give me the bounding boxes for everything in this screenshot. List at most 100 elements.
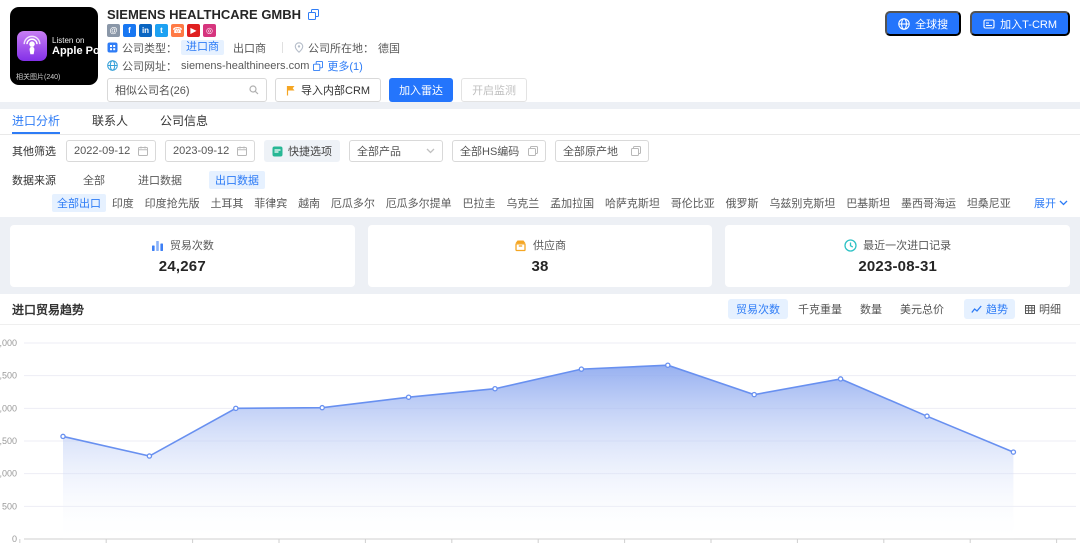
- metric-button[interactable]: 美元总价: [892, 299, 952, 319]
- country-filter-item[interactable]: 坦桑尼亚: [962, 194, 1016, 212]
- join-tcrm-button[interactable]: 加入T-CRM: [970, 11, 1070, 36]
- similar-companies-select[interactable]: 相似公司名(26): [107, 78, 267, 102]
- country-filter-item[interactable]: 厄瓜多尔提单: [381, 194, 457, 212]
- logo-line2: Apple Podcasts: [52, 45, 98, 57]
- hs-code-value: 全部HS编码: [460, 143, 519, 159]
- stat-value: 38: [531, 258, 548, 275]
- import-crm-button[interactable]: 导入内部CRM: [275, 78, 381, 102]
- stat-card: 最近一次进口记录 2023-08-31: [725, 225, 1070, 287]
- country-filter-item[interactable]: 巴拉圭: [458, 194, 501, 212]
- source-export-data[interactable]: 出口数据: [209, 171, 265, 189]
- company-name: SIEMENS HEALTHCARE GMBH: [107, 7, 301, 22]
- product-select[interactable]: 全部产品: [349, 140, 443, 162]
- country-filter-item[interactable]: 印度: [107, 194, 139, 212]
- date-from-value: 2022-09-12: [74, 145, 130, 157]
- tab-import-analysis[interactable]: 进口分析: [12, 109, 60, 134]
- website-value[interactable]: siemens-healthineers.com: [181, 60, 309, 72]
- stat-card: 贸易次数 24,267: [10, 225, 355, 287]
- more-link[interactable]: 更多(1): [327, 58, 362, 74]
- source-all[interactable]: 全部: [77, 171, 111, 189]
- facebook-icon[interactable]: f: [123, 24, 136, 37]
- filter-bar: 其他筛选 2022-09-12 2023-09-12 快捷选项 全部产品 全部H…: [0, 135, 1080, 166]
- country-filter-item[interactable]: 俄罗斯: [721, 194, 764, 212]
- country-filter-item[interactable]: 越南: [293, 194, 325, 212]
- layers-icon: [631, 146, 641, 156]
- logo-caption: 相关图片(240): [16, 72, 60, 82]
- metric-button[interactable]: 千克重量: [790, 299, 850, 319]
- chevron-down-icon: [1059, 200, 1068, 206]
- svg-text:1,500: 1,500: [0, 436, 17, 446]
- type-importer-badge[interactable]: 进口商: [181, 40, 224, 55]
- stat-label: 最近一次进口记录: [863, 237, 951, 253]
- company-type-icon: [107, 42, 118, 53]
- website-icon[interactable]: @: [107, 24, 120, 37]
- website-label: 公司网址：: [122, 58, 177, 74]
- country-filter-item[interactable]: 墨西哥海运: [896, 194, 961, 212]
- country-filter-item[interactable]: 哈萨克斯坦: [600, 194, 665, 212]
- import-crm-label: 导入内部CRM: [301, 82, 370, 98]
- chevron-down-icon: [426, 148, 435, 154]
- country-filter-item[interactable]: 菲律宾: [249, 194, 292, 212]
- origin-value: 全部原产地: [563, 143, 618, 159]
- apple-podcasts-icon: [17, 31, 47, 61]
- source-import-data[interactable]: 进口数据: [132, 171, 188, 189]
- copy-icon[interactable]: [313, 61, 323, 71]
- quick-options-button[interactable]: 快捷选项: [264, 140, 340, 162]
- metric-buttons: 贸易次数千克重量数量美元总价: [726, 299, 952, 319]
- country-filter-item[interactable]: 印度抢先版: [140, 194, 205, 212]
- date-from-input[interactable]: 2022-09-12: [66, 140, 156, 162]
- country-filter-item[interactable]: 土耳其: [205, 194, 248, 212]
- stat-value: 24,267: [159, 258, 206, 275]
- global-search-button[interactable]: 全球搜: [885, 11, 961, 36]
- other-filters-label: 其他筛选: [12, 143, 56, 159]
- start-monitor-button[interactable]: 开启监测: [461, 78, 527, 102]
- social-icons-row: @fint☎▶◎: [107, 24, 527, 37]
- stat-label: 供应商: [533, 237, 566, 253]
- country-filter-item[interactable]: 哥伦比亚: [666, 194, 720, 212]
- location-icon: [294, 42, 304, 53]
- expand-link[interactable]: 展开: [1034, 195, 1068, 211]
- add-radar-button[interactable]: 加入雷达: [389, 78, 453, 102]
- section-divider-band: [0, 102, 1080, 109]
- country-filter-item[interactable]: 乌克兰: [501, 194, 544, 212]
- copy-icon[interactable]: [308, 9, 319, 20]
- view-button-line-chart[interactable]: 趋势: [964, 299, 1015, 319]
- svg-text:2,000: 2,000: [0, 403, 17, 413]
- country-filter-item[interactable]: 巴基斯坦: [841, 194, 895, 212]
- chart-title: 进口贸易趋势: [12, 301, 84, 318]
- metric-button[interactable]: 贸易次数: [728, 299, 788, 319]
- company-type-label: 公司类型：: [122, 40, 177, 56]
- logo-line1: Listen on: [52, 36, 98, 45]
- svg-text:0: 0: [12, 534, 17, 543]
- type-exporter-badge[interactable]: 出口商: [228, 40, 271, 56]
- phone-icon[interactable]: ☎: [171, 24, 184, 37]
- country-filter-item[interactable]: 孟加拉国: [545, 194, 599, 212]
- stat-label: 贸易次数: [170, 237, 214, 253]
- instagram-icon[interactable]: ◎: [203, 24, 216, 37]
- data-source-bar: 数据来源 全部 进口数据 出口数据: [0, 166, 1080, 191]
- flag-icon: [286, 85, 296, 96]
- tab-contacts[interactable]: 联系人: [92, 109, 128, 134]
- company-header: Listen on Apple Podcasts 相关图片(240) SIEME…: [0, 0, 1080, 102]
- stat-card: 供应商 38: [368, 225, 713, 287]
- twitter-icon[interactable]: t: [155, 24, 168, 37]
- origin-select[interactable]: 全部原产地: [555, 140, 649, 162]
- similar-companies-label: 相似公司名(26): [115, 82, 190, 98]
- country-filter-bar: 全部出口印度印度抢先版土耳其菲律宾越南厄瓜多尔厄瓜多尔提单巴拉圭乌克兰孟加拉国哈…: [0, 191, 1080, 217]
- date-to-value: 2023-09-12: [173, 145, 229, 157]
- country-filter-item[interactable]: 乌兹别克斯坦: [764, 194, 840, 212]
- svg-text:1,000: 1,000: [0, 469, 17, 479]
- hs-code-select[interactable]: 全部HS编码: [452, 140, 546, 162]
- stat-value: 2023-08-31: [858, 258, 937, 275]
- globe-icon: [107, 60, 118, 71]
- country-filter-item[interactable]: 厄瓜多尔: [326, 194, 380, 212]
- location-label: 公司所在地：: [308, 40, 374, 56]
- linkedin-icon[interactable]: in: [139, 24, 152, 37]
- youtube-icon[interactable]: ▶: [187, 24, 200, 37]
- country-filter-item[interactable]: 全部出口: [52, 194, 106, 212]
- tab-company-info[interactable]: 公司信息: [160, 109, 208, 134]
- date-to-input[interactable]: 2023-09-12: [165, 140, 255, 162]
- view-button-table[interactable]: 明细: [1018, 299, 1068, 319]
- metric-button[interactable]: 数量: [852, 299, 890, 319]
- trend-area-chart: 05001,0001,5002,0002,5003,0002022-092022…: [0, 325, 1080, 543]
